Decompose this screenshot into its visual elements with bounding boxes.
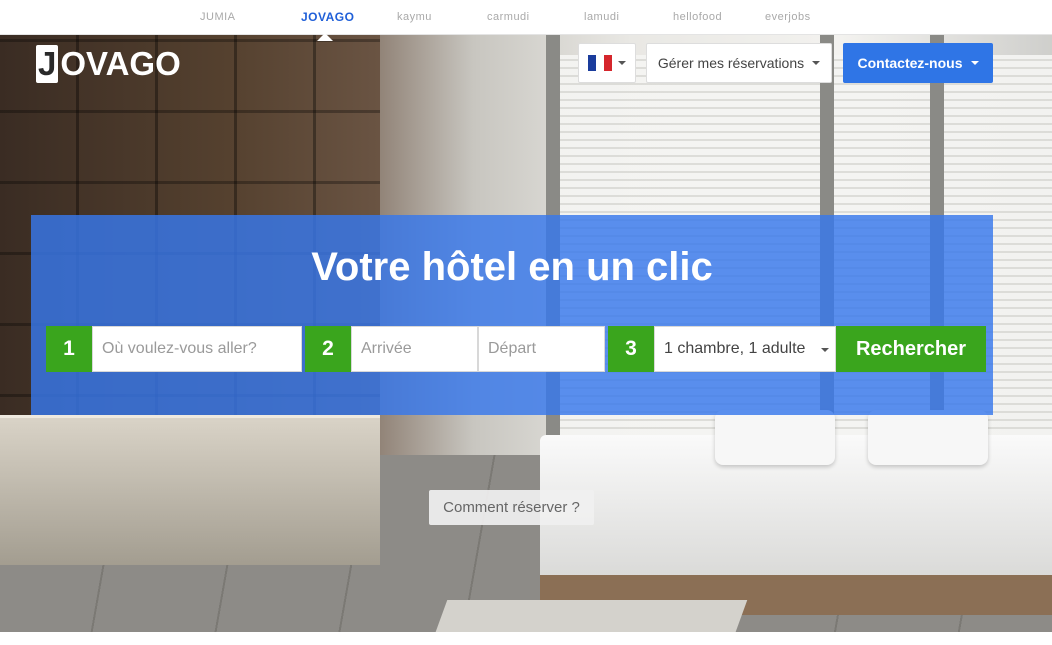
step-number-1: 1 [46, 326, 92, 372]
france-flag-icon [588, 55, 612, 71]
pillow [868, 410, 988, 465]
checkin-date-input[interactable]: Arrivée [351, 326, 478, 372]
partner-bar: JUMIA JOVAGO kaymu carmudi lamudi hellof… [0, 0, 1052, 35]
search-panel: Votre hôtel en un clic 1 Où voulez-vous … [31, 215, 993, 415]
language-selector[interactable] [578, 43, 636, 83]
chevron-down-icon [821, 348, 829, 352]
manage-bookings-button[interactable]: Gérer mes réservations [646, 43, 832, 83]
search-button[interactable]: Rechercher [836, 326, 986, 372]
step-number-3: 3 [608, 326, 654, 372]
partner-link-hellofood[interactable]: hellofood [673, 11, 722, 23]
logo-text: OVAGO [60, 45, 181, 82]
jovago-logo[interactable]: J OVAGO [36, 45, 181, 83]
partner-link-everjobs[interactable]: everjobs [765, 11, 811, 23]
partner-link-lamudi[interactable]: lamudi [584, 11, 619, 23]
active-partner-indicator [317, 33, 333, 41]
rooms-guests-select[interactable]: 1 chambre, 1 adulte [654, 326, 836, 372]
chevron-down-icon [812, 61, 821, 65]
page-title: Votre hôtel en un clic [311, 245, 713, 289]
contact-button[interactable]: Contactez-nous [843, 43, 993, 83]
checkout-date-input[interactable]: Départ [478, 326, 605, 372]
chevron-down-icon [618, 61, 626, 65]
partner-link-jovago[interactable]: JOVAGO [301, 10, 354, 24]
logo-initial: J [36, 45, 59, 83]
dresser [0, 415, 380, 565]
manage-bookings-label: Gérer mes réservations [657, 55, 805, 71]
chevron-down-icon [970, 61, 979, 65]
how-to-book-button[interactable]: Comment réserver ? [429, 490, 594, 525]
partner-link-carmudi[interactable]: carmudi [487, 11, 530, 23]
pillow [715, 410, 835, 465]
step-number-2: 2 [305, 326, 351, 372]
destination-input[interactable]: Où voulez-vous aller? [92, 326, 302, 372]
partner-link-jumia[interactable]: JUMIA [200, 11, 236, 23]
contact-label: Contactez-nous [857, 55, 963, 71]
partner-link-kaymu[interactable]: kaymu [397, 11, 432, 23]
rooms-guests-value: 1 chambre, 1 adulte [664, 340, 806, 357]
rug [432, 600, 748, 632]
